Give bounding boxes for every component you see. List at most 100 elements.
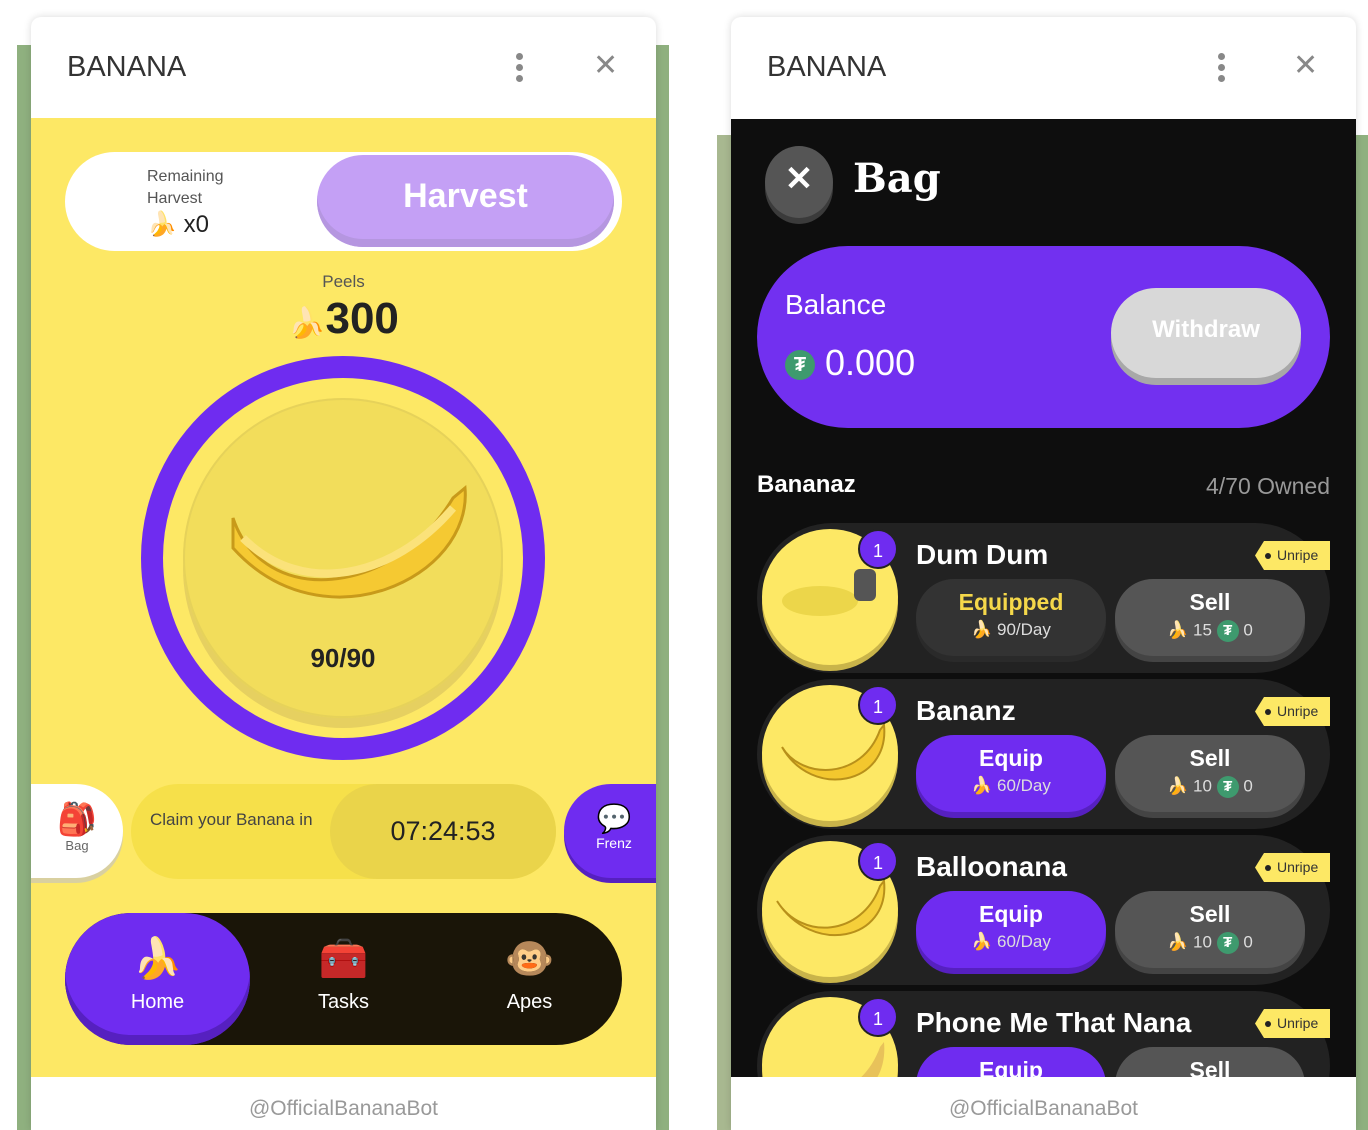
claim-timer-panel: Claim your Banana in 07:24:53 [131, 784, 556, 879]
peel-icon: 🍌 [288, 307, 326, 340]
sell-button[interactable]: Sell [1115, 1047, 1305, 1077]
equip-label: Equipped [958, 589, 1064, 615]
sell-price: 🍌 15 ₮ 0 [1115, 620, 1305, 642]
page-title: Bag [853, 155, 941, 202]
peel-icon: 🍌 [971, 776, 993, 795]
sell-button[interactable]: Sell 🍌 15 ₮ 0 [1115, 579, 1305, 656]
item-count-badge: 1 [858, 529, 898, 569]
banana-icon: 🍌 [132, 937, 183, 981]
chat-bubble-icon: 💬 [596, 803, 632, 834]
window-title: BANANA [767, 51, 887, 83]
sell-label: Sell [1189, 745, 1231, 771]
frenz-label: Frenz [596, 835, 632, 851]
banana-tap-area[interactable]: 90/90 [183, 398, 503, 718]
background-strip [17, 45, 31, 1130]
harvest-panel: Remaining Harvest 🍌 x0 Harvest [65, 152, 622, 251]
item-name: Bananz [916, 695, 1016, 726]
progress-text: 90/90 [310, 643, 376, 673]
equip-label: Equip [979, 901, 1043, 927]
balance-value: 0.000 [825, 342, 916, 383]
item-count-badge: 1 [858, 997, 898, 1037]
home-window: BANANA ✕ Remaining Harvest 🍌 x0 Harvest … [31, 17, 656, 1130]
sell-label: Sell [1189, 589, 1231, 615]
nav-apes[interactable]: 🐵 Apes [437, 913, 622, 1045]
equip-button[interactable]: Equip [916, 1047, 1106, 1077]
monkeys-icon: 🐵 [504, 937, 555, 981]
background-strip [656, 45, 669, 1130]
peels-label: Peels [322, 272, 365, 291]
owned-count: 4/70 Owned [1205, 473, 1330, 499]
window-title: BANANA [67, 51, 187, 83]
more-menu-icon[interactable] [515, 53, 525, 83]
peel-icon: 🍌 [971, 620, 993, 639]
item-name: Phone Me That Nana [916, 1007, 1192, 1038]
item-card: 1 Dum Dum Unripe Equipped 🍌 90/Day Sell 🍌 … [757, 523, 1330, 673]
peels-balance: 🍌300 [31, 294, 656, 344]
nav-home[interactable]: 🍌 Home [65, 913, 250, 1045]
withdraw-button[interactable]: Withdraw [1111, 288, 1301, 378]
equipped-button[interactable]: Equipped 🍌 90/Day [916, 579, 1106, 656]
frenz-button[interactable]: 💬 Frenz [564, 784, 656, 878]
bag-icon: 🎒 [57, 801, 97, 837]
sell-button[interactable]: Sell 🍌 10 ₮ 0 [1115, 891, 1305, 968]
rate-value: 60/Day [997, 932, 1051, 951]
ripeness-tag: Unripe [1255, 1009, 1330, 1038]
peel-icon: 🍌 [1167, 932, 1189, 952]
balance-card: Balance ₮ 0.000 Withdraw [757, 246, 1330, 428]
banana-icon: 🍌 [147, 211, 177, 238]
claim-label: Claim your Banana in [150, 810, 313, 829]
close-icon[interactable]: ✕ [1293, 51, 1318, 81]
banana-image [231, 485, 467, 599]
bot-username: @OfficialBananaBot [248, 1097, 439, 1120]
item-name: Balloonana [916, 851, 1067, 882]
bot-username: @OfficialBananaBot [948, 1097, 1139, 1120]
harvest-button[interactable]: Harvest [317, 155, 614, 247]
remaining-harvest-count: 🍌 x0 [147, 210, 209, 239]
sell-button[interactable]: Sell 🍌 10 ₮ 0 [1115, 735, 1305, 812]
sell-label: Sell [1189, 1057, 1231, 1077]
sell-price: 🍌 10 ₮ 0 [1115, 932, 1305, 954]
usdt-icon: ₮ [1216, 932, 1239, 954]
home-screen: Remaining Harvest 🍌 x0 Harvest Peels 🍌30… [31, 118, 656, 1077]
sell-usdt: 0 [1243, 932, 1253, 952]
background-strip [1355, 135, 1368, 1130]
item-card: 1 Balloonana Unripe Equip 🍌 60/Day Sell 🍌 … [757, 835, 1330, 985]
bag-label: Bag [65, 838, 89, 853]
sell-usdt: 0 [1243, 776, 1253, 796]
claim-countdown: 07:24:53 [330, 784, 556, 879]
peel-icon: 🍌 [1167, 776, 1189, 796]
usdt-icon: ₮ [1216, 620, 1239, 642]
section-title: Bananaz [757, 471, 856, 498]
bag-button[interactable]: 🎒 Bag [31, 784, 123, 878]
rate-value: 60/Day [997, 776, 1051, 795]
usdt-icon: ₮ [1216, 776, 1239, 798]
peels-value: 300 [325, 294, 399, 343]
progress-ring: 90/90 [141, 356, 545, 760]
equip-label: Equip [979, 1057, 1043, 1077]
background-strip [717, 135, 731, 1130]
equip-button[interactable]: Equip 🍌 60/Day [916, 891, 1106, 968]
more-menu-icon[interactable] [1217, 53, 1227, 83]
peel-icon: 🍌 [1167, 620, 1189, 640]
rate: 🍌 60/Day [916, 932, 1106, 952]
sell-peels: 10 [1193, 776, 1212, 796]
rate: 🍌 90/Day [916, 620, 1106, 640]
remaining-harvest-label: Remaining Harvest [147, 168, 224, 207]
sell-usdt: 0 [1243, 620, 1253, 640]
equip-button[interactable]: Equip 🍌 60/Day [916, 735, 1106, 812]
ripeness-tag: Unripe [1255, 697, 1330, 726]
bag-window: BANANA ✕ ✕ Bag Balance ₮ 0.000 Withdraw … [731, 17, 1356, 1130]
sell-label: Sell [1189, 901, 1231, 927]
close-icon[interactable]: ✕ [593, 51, 618, 81]
item-count-badge: 1 [858, 841, 898, 881]
close-bag-button[interactable]: ✕ [765, 146, 833, 218]
item-card: 1 Phone Me That Nana Unripe Equip Sell [757, 991, 1330, 1077]
rate-value: 90/Day [997, 620, 1051, 639]
rate: 🍌 60/Day [916, 776, 1106, 796]
balance-amount: ₮ 0.000 [785, 342, 915, 384]
usdt-icon: ₮ [785, 350, 815, 381]
nav-tasks-label: Tasks [317, 991, 370, 1013]
treasure-chest-icon: 🧰 [318, 937, 369, 981]
item-name: Dum Dum [916, 539, 1049, 570]
nav-tasks[interactable]: 🧰 Tasks [251, 913, 436, 1045]
